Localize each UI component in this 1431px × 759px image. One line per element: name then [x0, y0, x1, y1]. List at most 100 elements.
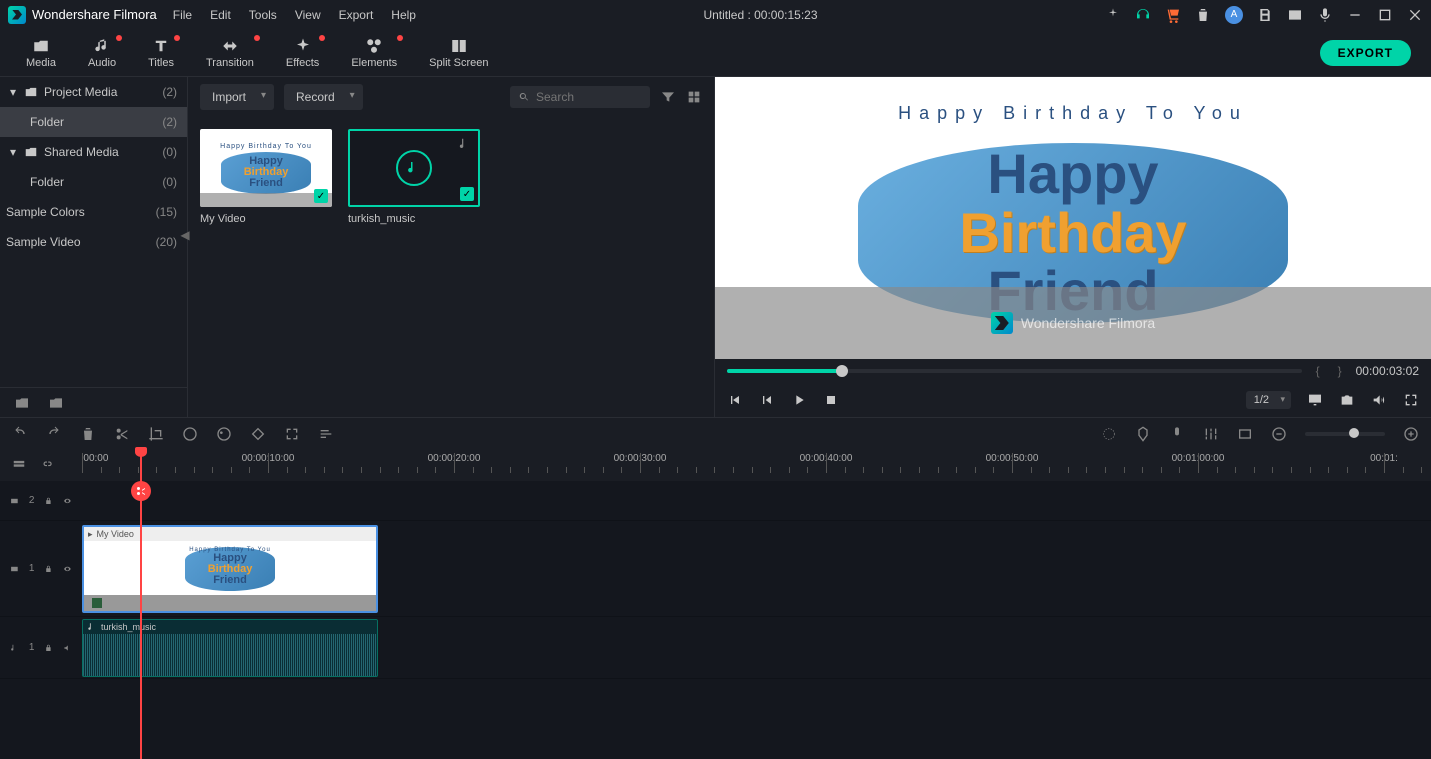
- speaker-icon[interactable]: [63, 642, 72, 654]
- music-note-icon: [458, 137, 472, 151]
- sidebar-item-sample-video[interactable]: Sample Video(20): [0, 227, 187, 257]
- media-item-audio[interactable]: ✓ turkish_music: [348, 129, 480, 225]
- search-input[interactable]: [536, 90, 642, 104]
- timeline-view-icon[interactable]: [12, 458, 26, 472]
- tab-transition-label: Transition: [206, 57, 254, 69]
- delete-icon[interactable]: [80, 426, 96, 442]
- video-track-icon: [10, 495, 19, 507]
- search-icon: [518, 90, 530, 104]
- eye-icon[interactable]: [63, 563, 72, 575]
- link-icon[interactable]: [40, 458, 54, 472]
- sidebar-item-folder[interactable]: Folder(0): [0, 167, 187, 197]
- tab-split-label: Split Screen: [429, 57, 488, 69]
- video-clip[interactable]: ▸My Video Happy Birthday To You Happy Bi…: [82, 525, 378, 613]
- grid-view-icon[interactable]: [686, 89, 702, 105]
- tab-audio[interactable]: Audio: [72, 29, 132, 76]
- preview-panel: Happy Birthday To You Happy Birthday Fri…: [715, 77, 1431, 417]
- frame-icon[interactable]: [1237, 426, 1253, 442]
- export-button[interactable]: EXPORT: [1320, 40, 1411, 66]
- step-back-icon[interactable]: [759, 392, 775, 408]
- zoom-in-icon[interactable]: [1403, 426, 1419, 442]
- voiceover-icon[interactable]: [1169, 426, 1185, 442]
- tab-audio-label: Audio: [88, 57, 116, 69]
- new-folder-icon[interactable]: [14, 395, 30, 411]
- prev-frame-icon[interactable]: [727, 392, 743, 408]
- mic-icon[interactable]: [1317, 7, 1333, 23]
- mixer-icon[interactable]: [1203, 426, 1219, 442]
- seek-bar-row: { } 00:00:03:02: [715, 359, 1431, 383]
- maximize-icon[interactable]: [1377, 7, 1393, 23]
- tab-effects[interactable]: Effects: [270, 29, 335, 76]
- headphones-icon[interactable]: [1135, 7, 1151, 23]
- menu-tools[interactable]: Tools: [249, 8, 277, 22]
- minimize-icon[interactable]: [1347, 7, 1363, 23]
- sidebar-item-sample-colors[interactable]: Sample Colors(15): [0, 197, 187, 227]
- lock-icon[interactable]: [44, 495, 53, 507]
- snapshot-icon[interactable]: [1339, 392, 1355, 408]
- track-video-1: 1 ▸My Video Happy Birthday To You Happy …: [0, 521, 1431, 617]
- redo-icon[interactable]: [46, 426, 62, 442]
- timeline-ruler[interactable]: 00:00:00:0000:00:10:0000:00:20:0000:00:3…: [0, 449, 1431, 481]
- menu-help[interactable]: Help: [391, 8, 416, 22]
- sidebar-item-folder[interactable]: Folder(2): [0, 107, 187, 137]
- menu-file[interactable]: File: [173, 8, 192, 22]
- tab-elements[interactable]: Elements: [335, 29, 413, 76]
- filter-icon[interactable]: [660, 89, 676, 105]
- app-name: Wondershare Filmora: [32, 7, 157, 22]
- media-sidebar: ▾Project Media(2)Folder(2)▾Shared Media(…: [0, 77, 188, 417]
- seek-handle[interactable]: [836, 365, 848, 377]
- undo-icon[interactable]: [12, 426, 28, 442]
- mail-icon[interactable]: [1287, 7, 1303, 23]
- save-icon[interactable]: [1257, 7, 1273, 23]
- media-item-video[interactable]: Happy Birthday To You Happy Birthday Fri…: [200, 129, 332, 225]
- media-label-video: My Video: [200, 213, 332, 225]
- folder-icon[interactable]: [48, 395, 64, 411]
- lock-icon[interactable]: [44, 642, 53, 654]
- render-icon[interactable]: [1101, 426, 1117, 442]
- search-box[interactable]: [510, 86, 650, 108]
- collapse-sidebar-icon[interactable]: ◀: [180, 215, 190, 255]
- sparkle-icon[interactable]: [1105, 7, 1121, 23]
- stop-icon[interactable]: [823, 392, 839, 408]
- marker-icon[interactable]: [1135, 426, 1151, 442]
- sidebar-item-project-media[interactable]: ▾Project Media(2): [0, 77, 187, 107]
- color-icon[interactable]: [216, 426, 232, 442]
- menu-edit[interactable]: Edit: [210, 8, 231, 22]
- tab-titles[interactable]: Titles: [132, 29, 190, 76]
- fullscreen-icon[interactable]: [1403, 392, 1419, 408]
- crop-icon[interactable]: [148, 426, 164, 442]
- lock-icon[interactable]: [44, 563, 53, 575]
- record-dropdown[interactable]: Record: [284, 84, 363, 110]
- display-icon[interactable]: [1307, 392, 1323, 408]
- account-avatar[interactable]: A: [1225, 6, 1243, 24]
- sidebar-item-shared-media[interactable]: ▾Shared Media(0): [0, 137, 187, 167]
- cut-icon[interactable]: [114, 426, 130, 442]
- tab-split-screen[interactable]: Split Screen: [413, 29, 504, 76]
- playhead-icon[interactable]: [135, 447, 147, 457]
- menu-export[interactable]: Export: [339, 8, 374, 22]
- settings-icon[interactable]: [318, 426, 334, 442]
- eye-icon[interactable]: [63, 495, 72, 507]
- expand-icon[interactable]: [284, 426, 300, 442]
- zoom-out-icon[interactable]: [1271, 426, 1287, 442]
- audio-clip[interactable]: turkish_music: [82, 619, 378, 677]
- keyframe-icon[interactable]: [250, 426, 266, 442]
- media-thumb-audio: ✓: [348, 129, 480, 207]
- timeline-tracks: 2 1 ▸My Video Happy Birthday To You Happ…: [0, 481, 1431, 759]
- quality-dropdown[interactable]: 1/2: [1246, 391, 1291, 409]
- mark-out-icon[interactable]: }: [1334, 364, 1346, 378]
- cart-icon[interactable]: [1165, 7, 1181, 23]
- tab-media[interactable]: Media: [10, 29, 72, 76]
- speed-icon[interactable]: [182, 426, 198, 442]
- seek-track[interactable]: [727, 369, 1302, 373]
- mark-in-icon[interactable]: {: [1312, 364, 1324, 378]
- zoom-slider[interactable]: [1305, 432, 1385, 436]
- volume-icon[interactable]: [1371, 392, 1387, 408]
- trash-icon[interactable]: [1195, 7, 1211, 23]
- tab-transition[interactable]: Transition: [190, 29, 270, 76]
- play-icon[interactable]: [791, 392, 807, 408]
- close-icon[interactable]: [1407, 7, 1423, 23]
- import-dropdown[interactable]: Import: [200, 84, 274, 110]
- menu-view[interactable]: View: [295, 8, 321, 22]
- video-track-icon: [10, 563, 19, 575]
